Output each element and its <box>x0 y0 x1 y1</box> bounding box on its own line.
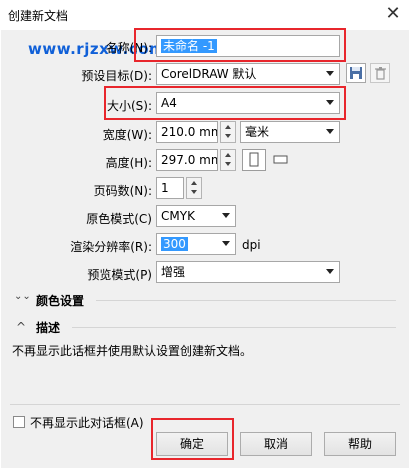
spin-up-icon <box>225 153 231 157</box>
width-input[interactable]: 210.0 mm <box>156 121 218 143</box>
color-mode-label: 原色模式(C) <box>86 212 152 226</box>
ok-button[interactable]: 确定 <box>156 432 228 456</box>
chevron-down-icon <box>222 241 230 246</box>
spin-down-icon <box>191 190 197 194</box>
portrait-button[interactable] <box>242 149 266 171</box>
close-icon[interactable]: ✕ <box>382 3 404 25</box>
height-input[interactable]: 297.0 mm <box>156 149 218 171</box>
spin-down-icon <box>225 162 231 166</box>
divider <box>96 300 396 301</box>
collapse-icon[interactable]: ⌄⌄ <box>14 291 31 302</box>
unit-select-value: 毫米 <box>245 125 270 139</box>
color-mode-select-value: CMYK <box>161 209 195 223</box>
window-title: 创建新文档 <box>8 9 69 23</box>
save-preset-button[interactable] <box>346 63 366 83</box>
chevron-down-icon <box>326 269 334 274</box>
description-header[interactable]: 描述 <box>36 319 60 336</box>
preview-label: 预览模式(P) <box>87 268 152 282</box>
dont-show-label: 不再显示此对话框(A) <box>30 416 144 430</box>
height-spinner[interactable] <box>220 149 236 171</box>
spin-up-icon <box>225 125 231 129</box>
name-input-value: 未命名 -1 <box>161 39 217 53</box>
chevron-down-icon <box>326 71 334 76</box>
cancel-button[interactable]: 取消 <box>240 432 312 456</box>
name-label: 名称(N): <box>105 41 152 55</box>
save-icon <box>350 67 362 79</box>
preview-select-value: 增强 <box>161 265 186 279</box>
pages-input[interactable]: 1 <box>156 177 184 199</box>
footer-divider <box>10 404 400 405</box>
size-label: 大小(S): <box>106 99 152 113</box>
trash-icon <box>375 67 386 80</box>
portrait-icon <box>249 152 259 167</box>
color-mode-select[interactable]: CMYK <box>156 205 236 227</box>
size-select[interactable]: A4 <box>156 92 340 114</box>
landscape-button[interactable] <box>270 149 294 171</box>
preset-select-value: CorelDRAW 默认 <box>161 67 257 81</box>
name-input[interactable]: 未命名 -1 <box>156 35 340 57</box>
preset-select[interactable]: CorelDRAW 默认 <box>156 63 340 85</box>
width-spinner[interactable] <box>220 121 236 143</box>
height-label: 高度(H): <box>105 156 152 170</box>
width-label: 宽度(W): <box>102 128 152 142</box>
spin-down-icon <box>225 134 231 138</box>
preset-label: 预设目标(D): <box>81 69 152 83</box>
resolution-unit: dpi <box>242 238 261 252</box>
delete-preset-button[interactable] <box>370 63 390 83</box>
dont-show-checkbox[interactable] <box>13 416 25 428</box>
size-select-value: A4 <box>161 96 177 110</box>
color-settings-header[interactable]: 颜色设置 <box>36 292 84 309</box>
chevron-down-icon <box>222 213 230 218</box>
help-button[interactable]: 帮助 <box>324 432 396 456</box>
unit-select[interactable]: 毫米 <box>240 121 340 143</box>
pages-label: 页码数(N): <box>93 184 152 198</box>
divider <box>72 327 396 328</box>
expand-icon[interactable]: ^ <box>16 320 26 334</box>
pages-spinner[interactable] <box>186 177 202 199</box>
description-text: 不再显示此话框并使用默认设置创建新文档。 <box>12 344 253 358</box>
height-input-value: 297.0 mm <box>161 153 218 167</box>
chevron-down-icon <box>326 129 334 134</box>
resolution-label: 渲染分辨率(R): <box>70 240 152 254</box>
pages-input-value: 1 <box>161 181 169 195</box>
resolution-select-value: 300 <box>161 237 188 251</box>
width-input-value: 210.0 mm <box>161 125 218 139</box>
landscape-icon <box>273 155 288 164</box>
preview-select[interactable]: 增强 <box>156 261 340 283</box>
chevron-down-icon <box>326 100 334 105</box>
spin-up-icon <box>191 181 197 185</box>
resolution-select[interactable]: 300 <box>156 233 236 255</box>
